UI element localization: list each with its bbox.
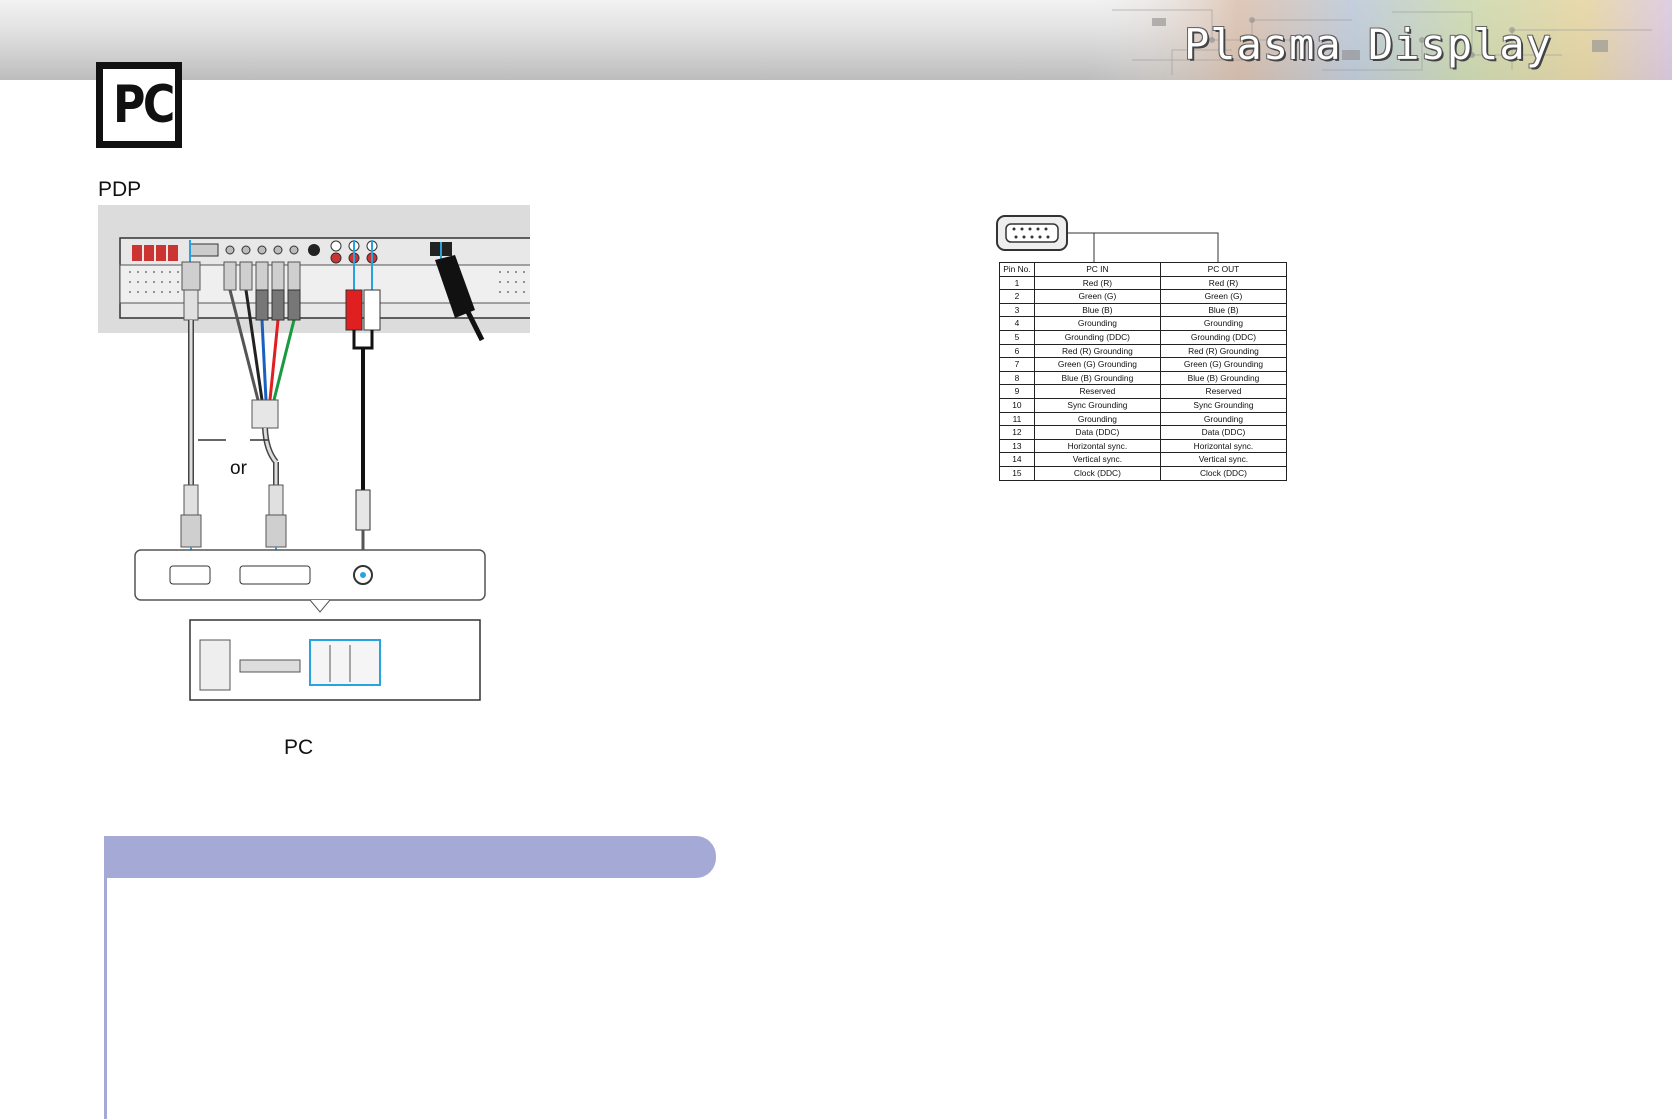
pin-number: 6 [999,343,1035,359]
pc-out-cell: Blue (B) Grounding [1159,370,1288,386]
pc-out-cell: Data (DDC) [1159,425,1288,440]
pc-in-cell: Horizontal sync. [1033,438,1161,454]
pc-out-cell: Blue (B) [1159,302,1288,318]
pc-in-cell: Blue (B) Grounding [1033,370,1161,386]
pc-in-cell: Grounding [1033,411,1161,427]
pin-number: 14 [999,452,1035,467]
pc-in-cell: Green (G) [1033,289,1161,304]
pc-out-cell: Grounding (DDC) [1159,329,1288,345]
d-sub-cable-left [180,240,202,565]
table-header-row: Pin No. PC IN PC OUT [999,262,1288,277]
pc-out-cell: Red (R) Grounding [1159,343,1288,359]
pc-out-cell: Vertical sync. [1159,452,1288,467]
table-row: 11 Grounding Grounding [999,411,1288,427]
pin-number: 11 [999,411,1035,427]
table-row: 13 Horizontal sync. Horizontal sync. [999,438,1288,454]
pc-in-cell: Blue (B) [1033,302,1161,318]
table-row: 2 Green (G) Green (G) [999,289,1288,304]
pc-in-cell: Green (G) Grounding [1033,357,1161,372]
pc-out-cell: Grounding [1159,411,1288,427]
table-row: 5 Grounding (DDC) Grounding (DDC) [999,329,1288,345]
pc-section-badge: PC [96,62,182,148]
pc-tower-illustration [189,619,481,701]
pin-number: 12 [999,425,1035,440]
note-section-header [104,836,716,878]
pin-number: 2 [999,289,1035,304]
table-row: 12 Data (DDC) Data (DDC) [999,425,1288,440]
pin-number: 7 [999,357,1035,372]
table-row: 9 Reserved Reserved [999,384,1288,399]
pc-in-cell: Sync Grounding [1033,397,1161,413]
table-row: 4 Grounding Grounding [999,316,1288,331]
pc-in-cell: Vertical sync. [1033,452,1161,467]
table-row: 6 Red (R) Grounding Red (R) Grounding [999,343,1288,359]
pc-out-cell: Green (G) [1159,289,1288,304]
pin-number: 8 [999,370,1035,386]
pc-out-cell: Green (G) Grounding [1159,357,1288,372]
pc-out-cell: Sync Grounding [1159,397,1288,413]
table-row: 7 Green (G) Grounding Green (G) Grounding [999,357,1288,372]
table-row: 10 Sync Grounding Sync Grounding [999,397,1288,413]
pin-number: 15 [999,465,1035,481]
pin-number: 1 [999,275,1035,291]
pin-number: 13 [999,438,1035,454]
pc-out-cell: Grounding [1159,316,1288,331]
d-sub-connector-icon [996,215,1219,262]
pc-in-cell: Data (DDC) [1033,425,1161,440]
pc-port-panel [134,549,486,613]
banner-title: Plasma Display [1183,20,1552,69]
pc-badge-inner: PC [103,69,175,141]
pc-connection-diagram [98,205,530,701]
pin-number: 5 [999,329,1035,345]
pc-in-cell: Red (R) Grounding [1033,343,1161,359]
pc-badge-label: PC [113,75,175,135]
pdp-label: PDP [98,178,142,201]
header-pc-out: PC OUT [1159,262,1288,277]
pc-out-cell: Clock (DDC) [1159,465,1288,481]
pin-number: 9 [999,384,1035,399]
pc-out-cell: Horizontal sync. [1159,438,1288,454]
header-pin-no: Pin No. [999,262,1035,277]
pin-number: 3 [999,302,1035,318]
pc-out-cell: Red (R) [1159,275,1288,291]
pin-number: 4 [999,316,1035,331]
pc-in-cell: Clock (DDC) [1033,465,1161,481]
pc-in-cell: Red (R) [1033,275,1161,291]
header-pc-in: PC IN [1033,262,1161,277]
table-row: 3 Blue (B) Blue (B) [999,302,1288,318]
pin-assignment-table: Pin No. PC IN PC OUT 1 Red (R) Red (R) 2 Gr… [999,262,1288,481]
pc-in-cell: Grounding (DDC) [1033,329,1161,345]
table-row: 1 Red (R) Red (R) [999,275,1288,291]
table-row: 15 Clock (DDC) Clock (DDC) [999,465,1288,481]
pin-number: 10 [999,397,1035,413]
table-row: 8 Blue (B) Grounding Blue (B) Grounding [999,370,1288,386]
table-row: 14 Vertical sync. Vertical sync. [999,452,1288,467]
pc-out-cell: Reserved [1159,384,1288,399]
header-banner: Plasma Display [0,0,1672,80]
pc-in-cell: Reserved [1033,384,1161,399]
note-section-rule [104,878,107,1119]
pc-in-cell: Grounding [1033,316,1161,331]
